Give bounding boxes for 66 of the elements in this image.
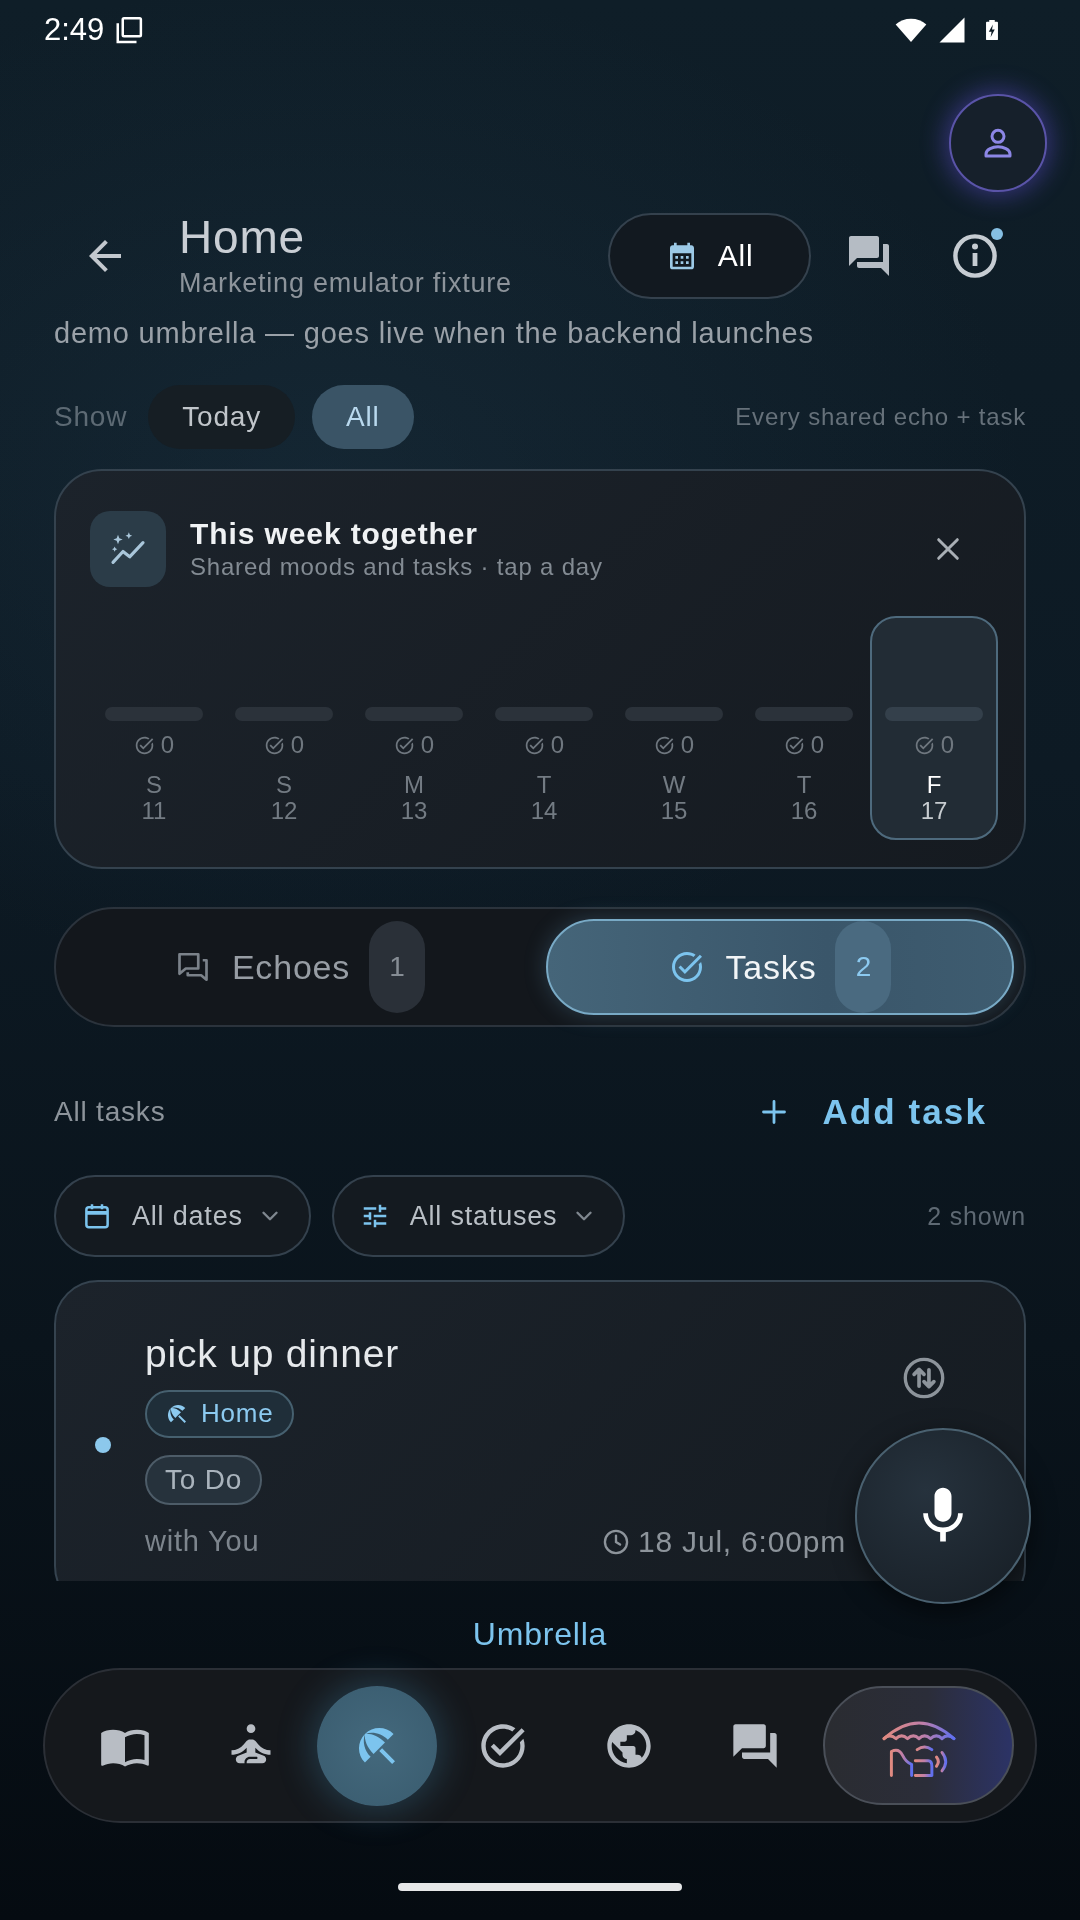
section-title: All tasks bbox=[54, 1096, 166, 1128]
task-count: 0 bbox=[810, 731, 825, 759]
plus-icon bbox=[760, 1098, 789, 1126]
filter-hint: Every shared echo + task bbox=[735, 403, 1026, 431]
up-down-arrows-icon bbox=[902, 1356, 946, 1400]
day-letter: M bbox=[404, 772, 424, 798]
nav-active-label: Umbrella bbox=[472, 1618, 608, 1650]
count-badge: 1 bbox=[369, 921, 426, 1013]
task-count: 0 bbox=[420, 731, 435, 759]
assistant-button[interactable] bbox=[823, 1686, 1014, 1805]
day-date: 12 bbox=[270, 798, 298, 824]
status-time: 2:49 bbox=[44, 12, 105, 48]
page-subtitle: Marketing emulator fixture bbox=[179, 267, 512, 300]
page-title: Home bbox=[179, 212, 305, 262]
profile-button[interactable] bbox=[949, 94, 1047, 192]
day-letter: S bbox=[146, 772, 162, 798]
assignee-text: with You bbox=[145, 1525, 260, 1558]
day-letter: F bbox=[926, 772, 942, 798]
description-text: demo umbrella — goes live when the backend launches bbox=[54, 316, 814, 351]
day-date: 14 bbox=[530, 798, 558, 824]
day-column[interactable]: 0 S 11 bbox=[90, 616, 218, 840]
count-badge: 2 bbox=[835, 921, 892, 1013]
status-swap-button[interactable] bbox=[902, 1356, 946, 1400]
day-column[interactable]: 0 T 16 bbox=[740, 616, 868, 840]
date-filter-dropdown[interactable]: All dates bbox=[54, 1175, 311, 1257]
segment-tab[interactable]: Tasks 2 bbox=[546, 919, 1014, 1015]
day-column[interactable]: 0 F 17 bbox=[870, 616, 998, 840]
task-count: 0 bbox=[290, 731, 305, 759]
task-title: pick up dinner bbox=[145, 1330, 400, 1377]
week-subtitle: Shared moods and tasks · tap a day bbox=[190, 552, 603, 582]
status-tag: To Do bbox=[145, 1454, 263, 1505]
day-letter: T bbox=[796, 772, 812, 798]
date-range-button[interactable]: All bbox=[608, 213, 811, 299]
task-count: 0 bbox=[680, 731, 695, 759]
day-date: 17 bbox=[920, 798, 948, 824]
clock-icon bbox=[602, 1527, 630, 1556]
day-letter: W bbox=[662, 772, 686, 798]
sparkle-chart-icon bbox=[90, 511, 166, 587]
day-column[interactable]: 0 W 15 bbox=[610, 616, 738, 840]
day-column[interactable]: 0 S 12 bbox=[220, 616, 348, 840]
info-icon bbox=[951, 232, 999, 280]
day-date: 11 bbox=[141, 798, 167, 824]
day-letter: S bbox=[276, 772, 292, 798]
stacked-squares-icon bbox=[114, 15, 145, 45]
space-name: Home bbox=[201, 1398, 274, 1429]
day-letter: T bbox=[536, 772, 552, 798]
add-task-button[interactable]: Add task bbox=[748, 1084, 999, 1140]
day-date: 13 bbox=[400, 798, 428, 824]
day-column[interactable]: 0 M 13 bbox=[350, 616, 478, 840]
show-filter-chip[interactable]: Today bbox=[148, 385, 295, 449]
day-date: 15 bbox=[660, 798, 688, 824]
day-date: 16 bbox=[790, 798, 818, 824]
task-card[interactable]: pick up dinner Home To Do with You 18 Jul, 6:00pm bbox=[54, 1280, 1026, 1581]
segment-tab[interactable]: Echoes 1 bbox=[66, 919, 534, 1015]
shown-count: 2 shown bbox=[927, 1201, 1026, 1231]
day-column[interactable]: 0 T 14 bbox=[480, 616, 608, 840]
show-label: Show bbox=[54, 401, 128, 433]
status-filter-dropdown[interactable]: All statuses bbox=[331, 1175, 626, 1257]
show-filter-chip[interactable]: All bbox=[311, 385, 414, 449]
calendar-icon bbox=[82, 1201, 112, 1231]
task-count: 0 bbox=[550, 731, 565, 759]
due-date: 18 Jul, 6:00pm bbox=[638, 1524, 846, 1559]
task-count: 0 bbox=[940, 731, 955, 759]
week-title: This week together bbox=[190, 516, 478, 552]
signal-icon bbox=[937, 15, 967, 45]
task-count: 0 bbox=[160, 731, 175, 759]
